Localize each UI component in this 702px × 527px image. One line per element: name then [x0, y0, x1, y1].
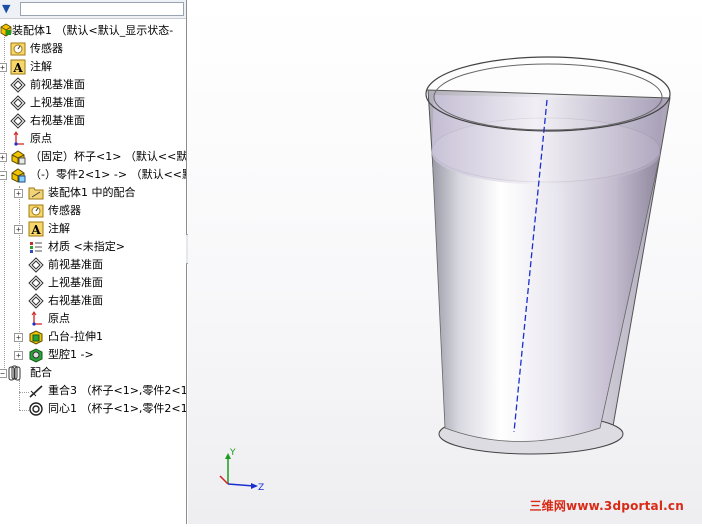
- boss-extrude-icon: [28, 329, 44, 345]
- svg-text:A: A: [30, 223, 41, 237]
- tree-item-label: 材质 <未指定>: [48, 240, 125, 253]
- tree-item-label: 传感器: [30, 42, 63, 55]
- plane-icon: [10, 113, 26, 129]
- annotation-icon: A: [28, 221, 44, 237]
- triad-y-label: Y: [229, 448, 236, 458]
- tree-item-label: 右视基准面: [48, 294, 103, 307]
- tree-item-part2-boss[interactable]: + 凸台-拉伸1: [0, 328, 186, 346]
- tree-item-annotations[interactable]: + A 注解: [0, 58, 186, 76]
- tree-item-label: 前视基准面: [30, 78, 85, 91]
- filter-input[interactable]: [20, 2, 184, 16]
- expand-toggle[interactable]: +: [14, 225, 23, 234]
- tree-item-part2-sensors[interactable]: 传感器: [0, 202, 186, 220]
- tree-item-part2-annotations[interactable]: + A 注解: [0, 220, 186, 238]
- coincident-mate-icon: [28, 383, 44, 399]
- concentric-mate-icon: [28, 401, 44, 417]
- collapse-toggle[interactable]: −: [0, 369, 7, 378]
- part-icon: [10, 149, 26, 165]
- tree-item-label: 注解: [30, 60, 52, 73]
- tree-item-part2-right-plane[interactable]: 右视基准面: [0, 292, 186, 310]
- tree-item-cup-component[interactable]: + （固定）杯子<1> （默认<<默认: [0, 148, 186, 166]
- tree-item-mates[interactable]: − 配合: [0, 364, 186, 382]
- expand-toggle[interactable]: +: [0, 153, 7, 162]
- tree-item-label: 型腔1 ->: [48, 348, 94, 361]
- tree-item-label: 前视基准面: [48, 258, 103, 271]
- origin-icon: [10, 131, 26, 147]
- cup-model[interactable]: [425, 56, 671, 455]
- tree-item-part2-top-plane[interactable]: 上视基准面: [0, 274, 186, 292]
- collapse-toggle[interactable]: −: [0, 171, 7, 180]
- graphics-viewport[interactable]: Y Z 三维网www.3dportal.cn: [188, 0, 702, 524]
- tree-root-label: 装配体1 （默认<默认_显示状态-: [12, 24, 174, 37]
- tree-root-assembly[interactable]: 装配体1 （默认<默认_显示状态-: [0, 22, 186, 40]
- sensor-icon: [10, 41, 26, 57]
- tree-item-right-plane[interactable]: 右视基准面: [0, 112, 186, 130]
- tree-item-mate-coincident[interactable]: 重合3 （杯子<1>,零件2<1>: [0, 382, 186, 400]
- material-icon: [28, 239, 44, 255]
- origin-icon: [28, 311, 44, 327]
- expand-toggle[interactable]: +: [14, 189, 23, 198]
- plane-icon: [10, 95, 26, 111]
- plane-icon: [28, 275, 44, 291]
- orientation-triad: Y Z: [219, 448, 264, 493]
- part-icon: [10, 167, 26, 183]
- plane-icon: [28, 293, 44, 309]
- tree-item-label: 重合3 （杯子<1>,零件2<1>: [48, 384, 187, 397]
- mates-folder-icon: [28, 185, 44, 201]
- cavity-icon: [28, 347, 44, 363]
- tree-item-front-plane[interactable]: 前视基准面: [0, 76, 186, 94]
- tree-item-part2-component[interactable]: − （-）零件2<1> -> （默认<<默认: [0, 166, 186, 184]
- mates-icon: [8, 365, 24, 381]
- tree-item-sensors[interactable]: 传感器: [0, 40, 186, 58]
- svg-text:A: A: [12, 61, 23, 75]
- tree-item-part2-front-plane[interactable]: 前视基准面: [0, 256, 186, 274]
- tree-item-part2-cavity[interactable]: + 型腔1 ->: [0, 346, 186, 364]
- tree-item-label: 同心1 （杯子<1>,零件2<1>: [48, 402, 187, 415]
- tree-item-label: 原点: [30, 132, 52, 145]
- tree-item-top-plane[interactable]: 上视基准面: [0, 94, 186, 112]
- expand-toggle[interactable]: +: [14, 333, 23, 342]
- tree-item-origin[interactable]: 原点: [0, 130, 186, 148]
- sensor-icon: [28, 203, 44, 219]
- triad-z-label: Z: [258, 483, 264, 493]
- tree-item-label: 注解: [48, 222, 70, 235]
- plane-icon: [10, 77, 26, 93]
- expand-toggle[interactable]: +: [14, 351, 23, 360]
- annotation-icon: A: [10, 59, 26, 75]
- watermark-text: 三维网www.3dportal.cn: [529, 499, 684, 513]
- tree-item-label: （-）零件2<1> -> （默认<<默认: [30, 168, 187, 181]
- tree-item-label: 右视基准面: [30, 114, 85, 127]
- tree-item-label: （固定）杯子<1> （默认<<默认: [30, 150, 187, 163]
- tree-item-mate-concentric[interactable]: 同心1 （杯子<1>,零件2<1>: [0, 400, 186, 418]
- tree-item-label: 原点: [48, 312, 70, 325]
- tree-item-label: 上视基准面: [48, 276, 103, 289]
- feature-manager-tree: ▼ 装配体1 （默认<默认_显示状态- 传感器 + A 注解 前视基准面 上视基…: [0, 0, 187, 524]
- tree-item-label: 凸台-拉伸1: [48, 330, 103, 343]
- tree-item-label: 传感器: [48, 204, 81, 217]
- filter-bar: ▼: [0, 0, 186, 19]
- tree-item-label: 配合: [30, 366, 52, 379]
- model-view[interactable]: Y Z: [188, 0, 702, 524]
- plane-icon: [28, 257, 44, 273]
- tree-item-label: 上视基准面: [30, 96, 85, 109]
- filter-icon[interactable]: ▼: [2, 2, 16, 15]
- expand-toggle[interactable]: +: [0, 63, 7, 72]
- tree-item-label: 装配体1 中的配合: [48, 186, 136, 199]
- tree-item-part2-material[interactable]: 材质 <未指定>: [0, 238, 186, 256]
- tree-item-part2-mates[interactable]: + 装配体1 中的配合: [0, 184, 186, 202]
- tree-item-part2-origin[interactable]: 原点: [0, 310, 186, 328]
